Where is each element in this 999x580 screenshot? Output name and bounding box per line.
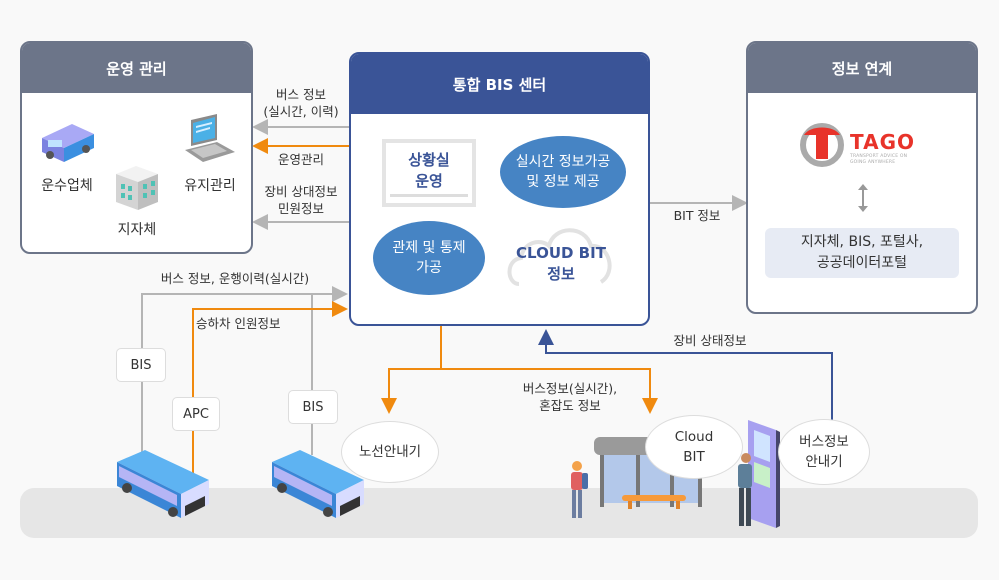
operations-item-label: 유지관리 [184,178,236,194]
cloud-bit-bubble-line: Cloud [674,429,714,445]
partner-line: 지자체, BIS, 포털사, [800,234,924,250]
operations-item-label: 지자체 [117,222,157,238]
bus-info-guide-line: 안내기 [805,454,843,470]
operations-panel-title: 운영 관리 [22,43,251,93]
bidirectional-arrow-icon [858,184,868,212]
bus-info-guide-line: 버스정보 [799,434,849,450]
flow-equipment-label: 장비 상대정보 민원정보 [253,183,349,217]
cloud-bit-label-line: 정보 [547,265,575,283]
flow-label-line: 장비 상대정보 [264,184,338,199]
control-label: 가공 [416,260,442,276]
bis-tag: BIS [116,348,166,382]
person-icon [571,461,588,518]
laptop-icon [185,114,235,162]
control-ellipse: 관제 및 통제 가공 [373,221,485,295]
situation-room-label: 상황실 [408,150,450,169]
flow-route-guide-line [381,326,442,414]
partner-list: 지자체, BIS, 포털사, 공공데이터포털 [765,228,959,278]
tago-tagline: GOING ANYWHERE [850,160,896,165]
tago-logo-icon [800,123,844,167]
flow-operation-label: 운영관리 [277,152,324,167]
center-panel-title: 통합 BIS 센터 [351,54,648,114]
control-label: 관제 및 통제 [392,240,466,256]
building-icon [116,166,158,210]
flow-bus-history-label: 버스 정보, 운행이력(실시간) [160,271,310,286]
cloud-bit-bubble-line: BIT [683,449,705,465]
flow-label-line: 버스정보(실시간), [522,381,618,396]
apc-tag: APC [172,397,220,431]
flow-label-line: 민원정보 [277,201,324,216]
situation-room-box: 상황실 운영 [382,139,476,207]
cloud-bit-bubble: Cloud BIT [645,415,743,479]
flow-bit-info-label: BIT 정보 [673,208,721,223]
bis-tag: BIS [288,390,338,424]
flow-label-line: 버스 정보 [276,87,326,102]
partner-line: 공공데이터포털 [816,255,908,271]
cloud-bit-label: CLOUD BIT 정보 [505,243,617,285]
realtime-label: 실시간 정보가공 [515,154,611,170]
route-guide-bubble: 노선안내기 [341,421,439,483]
bus-icon [117,450,209,518]
situation-room-label: 운영 [415,171,443,190]
situation-room-underline [390,193,468,197]
linkage-panel-title: 정보 연계 [748,43,976,93]
tago-logo: TAGO TRANSPORT ADVICE ON GOING ANYWHERE [850,130,915,166]
flow-label-line: (실시간, 이력) [263,104,339,119]
bus-info-guide-bubble: 버스정보 안내기 [778,419,870,485]
flow-congestion-label: 버스정보(실시간), 혼잡도 정보 [510,380,630,414]
flow-equipment-status-label: 장비 상태정보 [673,333,747,348]
tago-logo-text: TAGO [850,130,915,154]
person-icon [738,453,752,526]
bus-icon [42,124,94,162]
flow-label-line: 혼잡도 정보 [539,398,601,413]
flow-boarding-label: 승하차 인원정보 [196,316,281,331]
flow-bus-info-label: 버스 정보 (실시간, 이력) [253,86,349,120]
cloud-bit-label-line: CLOUD BIT [516,244,606,262]
realtime-processing-ellipse: 실시간 정보가공 및 정보 제공 [500,136,626,208]
realtime-label: 및 정보 제공 [526,174,600,190]
operations-item-label: 운수업체 [41,178,93,194]
